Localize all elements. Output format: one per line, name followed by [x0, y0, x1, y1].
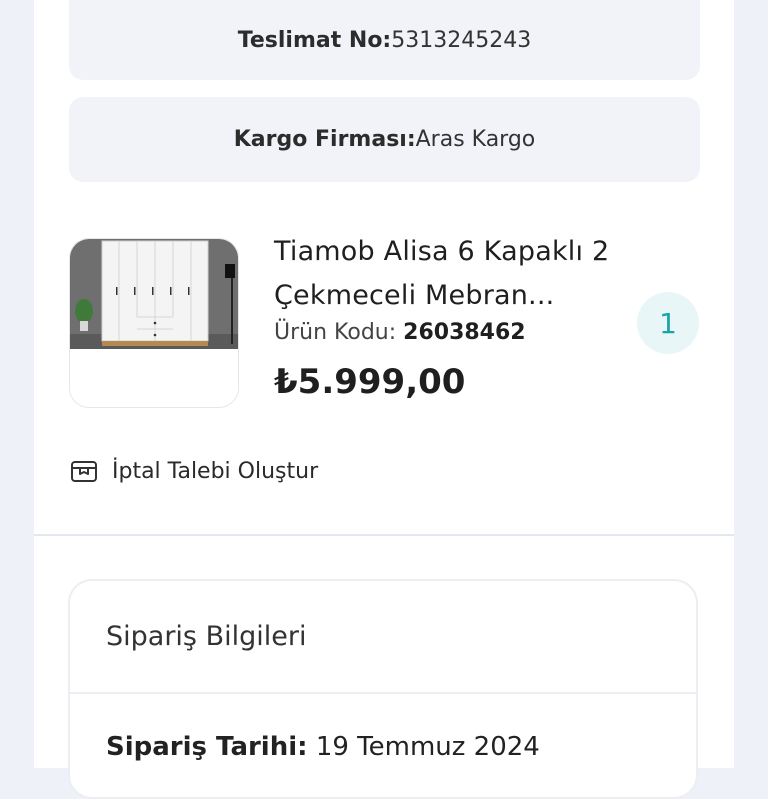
quantity-badge: 1: [637, 292, 699, 354]
wardrobe-image: [70, 239, 238, 407]
box-return-icon: [70, 456, 100, 486]
order-info-title: Sipariş Bilgileri: [70, 581, 696, 694]
order-date-value: 19 Temmuz 2024: [315, 732, 540, 762]
cargo-company-box: Kargo Firması: Aras Kargo: [69, 97, 700, 182]
product-price: ₺5.999,00: [274, 362, 466, 402]
order-info-card: Sipariş Bilgileri Sipariş Tarihi: 19 Tem…: [68, 579, 698, 799]
product-title-line-2[interactable]: Çekmeceli Mebran...: [274, 280, 554, 311]
section-divider: [34, 534, 734, 536]
delivery-number-box: Teslimat No: 5313245243: [69, 0, 700, 80]
cargo-label: Kargo Firması:: [233, 127, 416, 152]
cancel-request-button[interactable]: İptal Talebi Oluştur: [70, 456, 318, 486]
delivery-value: 5313245243: [391, 27, 532, 53]
delivery-label: Teslimat No:: [237, 27, 392, 53]
cargo-value: Aras Kargo: [415, 127, 536, 152]
product-image[interactable]: [69, 238, 239, 408]
order-date-row: Sipariş Tarihi: 19 Temmuz 2024: [70, 694, 696, 762]
cancel-request-label: İptal Talebi Oluştur: [112, 458, 319, 484]
product-title-line-1[interactable]: Tiamob Alisa 6 Kapaklı 2: [274, 236, 609, 267]
product-code-label: Ürün Kodu:: [274, 320, 397, 345]
order-date-label: Sipariş Tarihi:: [106, 732, 308, 762]
product-code-value: 26038462: [403, 320, 526, 345]
product-code: Ürün Kodu: 26038462: [274, 320, 526, 345]
